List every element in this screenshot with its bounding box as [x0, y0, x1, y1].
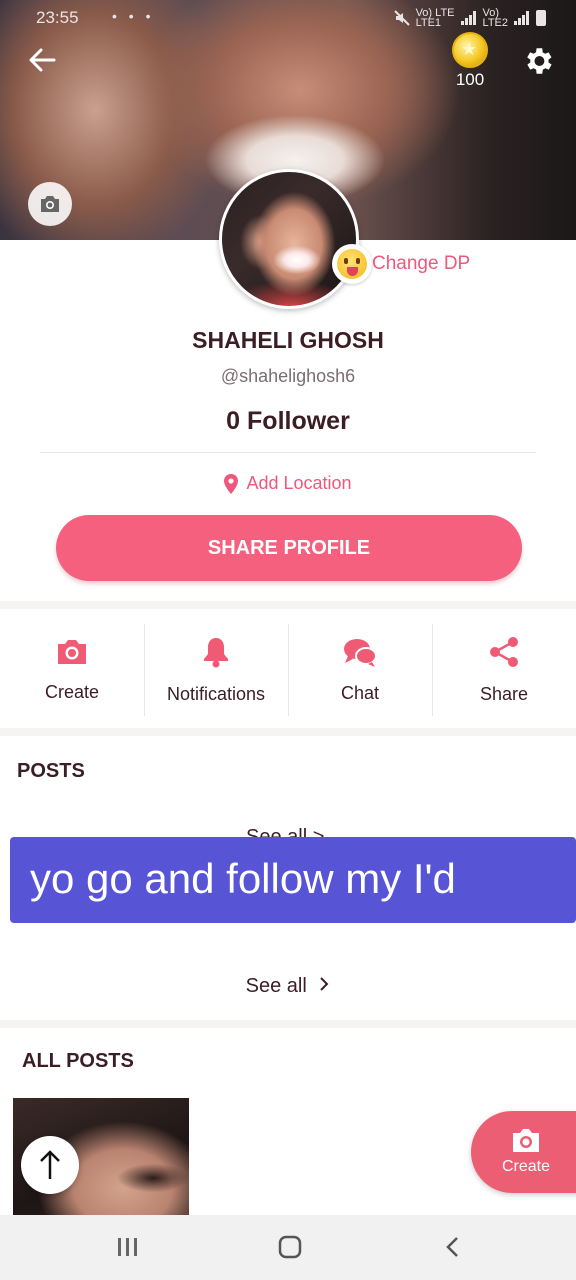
bell-icon [204, 637, 228, 667]
notifications-label: Notifications [166, 683, 266, 704]
status-indicators: • • • [112, 8, 155, 24]
coin-count: 100 [455, 70, 485, 89]
chat-bubbles-icon [344, 638, 377, 667]
profile-handle: @shahelighosh6 [220, 366, 356, 386]
all-posts-section-title: ALL POSTS [22, 1050, 134, 1072]
chevron-right-icon [320, 977, 329, 991]
gear-icon[interactable] [521, 44, 555, 78]
section-divider [0, 728, 576, 736]
quick-actions: Create Notifications Chat Share [0, 614, 576, 726]
scroll-to-top-button[interactable] [21, 1136, 79, 1194]
create-action[interactable]: Create [0, 614, 144, 726]
home-icon [278, 1235, 302, 1259]
camera-icon [513, 1129, 539, 1152]
chat-label: Chat [340, 682, 380, 703]
camera-icon [41, 196, 59, 212]
add-location-label: Add Location [246, 473, 352, 493]
share-icon [490, 636, 518, 667]
arrow-up-icon [40, 1150, 60, 1179]
signal-icon-2 [514, 11, 529, 25]
status-right: Vo) LTE LTE1 Vo) LTE2 [393, 7, 546, 29]
share-profile-button[interactable]: SHARE PROFILE [56, 515, 522, 581]
create-label: Create [44, 681, 100, 702]
change-dp-label: Change DP [372, 253, 471, 274]
create-fab-label: Create [501, 1158, 551, 1175]
camera-icon [58, 639, 86, 664]
avatar[interactable] [219, 169, 359, 309]
signal-icon [460, 11, 476, 25]
change-dp-button[interactable]: Change DP [332, 244, 470, 284]
battery-icon [536, 10, 546, 26]
cover-camera-button[interactable] [28, 182, 72, 226]
back-arrow-icon[interactable] [24, 42, 60, 78]
add-location-button[interactable]: Add Location [0, 473, 576, 494]
share-label: Share [479, 683, 529, 704]
chat-action[interactable]: Chat [288, 614, 432, 726]
create-fab[interactable]: Create [471, 1111, 576, 1193]
network-left: Vo) LTE LTE1 [415, 7, 455, 29]
chevron-left-icon [446, 1237, 458, 1257]
home-button[interactable] [270, 1231, 310, 1263]
location-pin-icon [224, 473, 239, 494]
posts-section-title: POSTS [17, 760, 85, 782]
share-action[interactable]: Share [432, 614, 576, 726]
mute-icon [393, 10, 410, 26]
coin-icon[interactable]: ★ [452, 32, 488, 68]
emoji-icon [332, 244, 372, 284]
recent-apps-button[interactable] [108, 1231, 148, 1263]
section-divider [0, 601, 576, 609]
see-all-label: See all [245, 975, 307, 997]
divider [40, 452, 536, 453]
notifications-action[interactable]: Notifications [144, 614, 288, 726]
profile-name: SHAHELI GHOSH [192, 327, 384, 353]
section-divider [0, 1020, 576, 1028]
video-caption-overlay: yo go and follow my I'd [10, 837, 576, 923]
following-see-all[interactable]: See all [0, 975, 576, 998]
back-button[interactable] [432, 1231, 472, 1263]
follower-count[interactable]: 0 Follower [0, 407, 576, 436]
system-nav-bar [0, 1215, 576, 1280]
status-bar: 23:55 • • • Vo) LTE LTE1 Vo) LTE2 [0, 6, 576, 32]
recents-icon [118, 1238, 137, 1256]
network-right: Vo) LTE2 [482, 7, 508, 29]
status-time: 23:55 [36, 8, 79, 27]
